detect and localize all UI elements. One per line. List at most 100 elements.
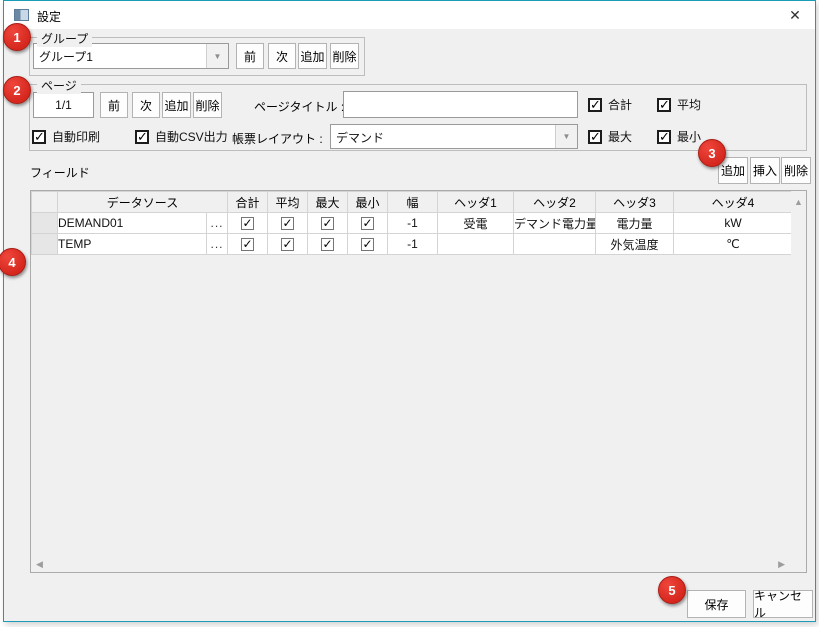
report-layout-value: デマンド xyxy=(336,129,384,146)
table-row[interactable]: DEMAND01 ... ✓ ✓ ✓ ✓ -1 受電 デマンド電力量 電力量 k… xyxy=(32,213,793,234)
window-icon xyxy=(14,9,29,21)
header2-cell[interactable]: デマンド電力量 xyxy=(514,213,596,234)
col-header4[interactable]: ヘッダ4 xyxy=(674,192,793,213)
sum-cell-checkbox[interactable]: ✓ xyxy=(228,213,268,234)
col-avg[interactable]: 平均 xyxy=(268,192,308,213)
max-checkbox-label: 最大 xyxy=(608,128,632,145)
check-icon: ✓ xyxy=(321,238,334,251)
page-groupbox-label: ページ xyxy=(37,77,81,94)
sum-cell-checkbox[interactable]: ✓ xyxy=(228,234,268,255)
save-button[interactable]: 保存 xyxy=(687,590,746,618)
browse-ellipsis-button[interactable]: ... xyxy=(207,213,228,234)
table-row[interactable]: TEMP ... ✓ ✓ ✓ ✓ -1 外気温度 ℃ xyxy=(32,234,793,255)
header4-cell[interactable]: kW xyxy=(674,213,793,234)
field-section-label: フィールド xyxy=(30,164,90,181)
auto-print-label: 自動印刷 xyxy=(52,128,100,145)
datasource-cell[interactable]: DEMAND01 xyxy=(58,213,207,234)
group-add-button[interactable]: 追加 xyxy=(298,43,327,69)
field-insert-button[interactable]: 挿入 xyxy=(750,157,780,184)
group-select-value: グループ1 xyxy=(39,48,93,65)
header4-cell[interactable]: ℃ xyxy=(674,234,793,255)
width-cell[interactable]: -1 xyxy=(388,234,438,255)
avg-cell-checkbox[interactable]: ✓ xyxy=(268,234,308,255)
min-cell-checkbox[interactable]: ✓ xyxy=(348,234,388,255)
page-title-label: ページタイトル : xyxy=(254,98,340,115)
sum-checkbox[interactable]: ✓ 合計 xyxy=(588,96,632,113)
auto-print-check-icon: ✓ xyxy=(32,130,46,144)
scroll-up-icon[interactable]: ▲ xyxy=(794,197,803,207)
row-selector[interactable] xyxy=(32,213,58,234)
row-selector[interactable] xyxy=(32,234,58,255)
check-icon: ✓ xyxy=(321,217,334,230)
avg-cell-checkbox[interactable]: ✓ xyxy=(268,213,308,234)
width-cell[interactable]: -1 xyxy=(388,213,438,234)
avg-check-icon: ✓ xyxy=(657,98,671,112)
annotation-badge-2: 2 xyxy=(3,76,31,104)
col-min[interactable]: 最小 xyxy=(348,192,388,213)
avg-checkbox-label: 平均 xyxy=(677,96,701,113)
col-header2[interactable]: ヘッダ2 xyxy=(514,192,596,213)
page-prev-button[interactable]: 前 xyxy=(100,92,128,118)
min-checkbox[interactable]: ✓ 最小 xyxy=(657,128,701,145)
field-table: データソース 合計 平均 最大 最小 幅 ヘッダ1 ヘッダ2 ヘッダ3 ヘッダ4… xyxy=(31,191,793,255)
col-datasource[interactable]: データソース xyxy=(58,192,228,213)
max-cell-checkbox[interactable]: ✓ xyxy=(308,234,348,255)
datasource-cell[interactable]: TEMP xyxy=(58,234,207,255)
col-select[interactable] xyxy=(32,192,58,213)
page-next-button[interactable]: 次 xyxy=(132,92,160,118)
header2-cell[interactable] xyxy=(514,234,596,255)
col-header3[interactable]: ヘッダ3 xyxy=(596,192,674,213)
settings-dialog: 設定 ✕ グループ グループ1 ▼ 前 次 追加 削除 ページ 1/1 前 次 … xyxy=(3,0,816,622)
check-icon: ✓ xyxy=(241,238,254,251)
chevron-down-icon[interactable]: ▼ xyxy=(206,44,228,68)
annotation-badge-1: 1 xyxy=(3,23,31,51)
col-width[interactable]: 幅 xyxy=(388,192,438,213)
scroll-right-icon[interactable]: ▶ xyxy=(778,559,785,570)
page-add-button[interactable]: 追加 xyxy=(162,92,191,118)
auto-print-checkbox[interactable]: ✓ 自動印刷 xyxy=(32,128,100,145)
header1-cell[interactable] xyxy=(438,234,514,255)
cancel-button[interactable]: キャンセル xyxy=(753,590,813,618)
page-delete-button[interactable]: 削除 xyxy=(193,92,222,118)
avg-checkbox[interactable]: ✓ 平均 xyxy=(657,96,701,113)
browse-ellipsis-button[interactable]: ... xyxy=(207,234,228,255)
max-cell-checkbox[interactable]: ✓ xyxy=(308,213,348,234)
max-check-icon: ✓ xyxy=(588,130,602,144)
header3-cell[interactable]: 外気温度 xyxy=(596,234,674,255)
vertical-scrollbar[interactable]: ▲ xyxy=(791,191,806,572)
close-icon[interactable]: ✕ xyxy=(784,5,806,25)
horizontal-scrollbar[interactable]: ◀ ▶ xyxy=(31,556,791,572)
group-prev-button[interactable]: 前 xyxy=(236,43,264,69)
field-table-container: データソース 合計 平均 最大 最小 幅 ヘッダ1 ヘッダ2 ヘッダ3 ヘッダ4… xyxy=(30,190,807,573)
auto-csv-checkbox[interactable]: ✓ 自動CSV出力 xyxy=(135,128,228,145)
group-delete-button[interactable]: 削除 xyxy=(330,43,359,69)
group-next-button[interactable]: 次 xyxy=(268,43,296,69)
header3-cell[interactable]: 電力量 xyxy=(596,213,674,234)
field-delete-button[interactable]: 削除 xyxy=(781,157,811,184)
col-max[interactable]: 最大 xyxy=(308,192,348,213)
title-bar: 設定 ✕ xyxy=(4,1,815,29)
col-header1[interactable]: ヘッダ1 xyxy=(438,192,514,213)
auto-csv-label: 自動CSV出力 xyxy=(155,128,228,145)
report-layout-select[interactable]: デマンド ▼ xyxy=(330,124,578,149)
scroll-left-icon[interactable]: ◀ xyxy=(36,559,43,570)
col-sum[interactable]: 合計 xyxy=(228,192,268,213)
check-icon: ✓ xyxy=(361,238,374,251)
report-layout-label: 帳票レイアウト : xyxy=(232,130,318,147)
page-title-input[interactable] xyxy=(343,91,578,118)
max-checkbox[interactable]: ✓ 最大 xyxy=(588,128,632,145)
group-groupbox-label: グループ xyxy=(37,30,92,47)
sum-check-icon: ✓ xyxy=(588,98,602,112)
auto-csv-check-icon: ✓ xyxy=(135,130,149,144)
annotation-badge-5: 5 xyxy=(658,576,686,604)
sum-checkbox-label: 合計 xyxy=(608,96,632,113)
page-indicator-field[interactable]: 1/1 xyxy=(33,92,94,118)
min-cell-checkbox[interactable]: ✓ xyxy=(348,213,388,234)
table-header-row: データソース 合計 平均 最大 最小 幅 ヘッダ1 ヘッダ2 ヘッダ3 ヘッダ4 xyxy=(32,192,793,213)
check-icon: ✓ xyxy=(281,238,294,251)
header1-cell[interactable]: 受電 xyxy=(438,213,514,234)
chevron-down-icon[interactable]: ▼ xyxy=(555,125,577,148)
min-check-icon: ✓ xyxy=(657,130,671,144)
min-checkbox-label: 最小 xyxy=(677,128,701,145)
page-indicator-value: 1/1 xyxy=(55,98,72,112)
